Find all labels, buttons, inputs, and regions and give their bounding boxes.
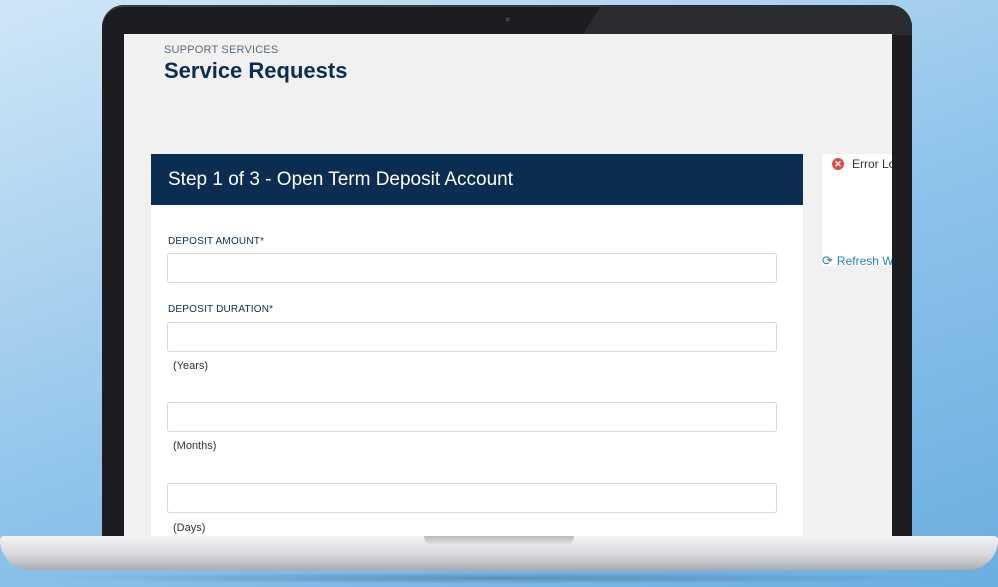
laptop-shadow bbox=[40, 572, 958, 584]
app-screen: SUPPORT SERVICES Service Requests Step 1… bbox=[124, 34, 892, 536]
step-header: Step 1 of 3 - Open Term Deposit Account bbox=[151, 154, 803, 205]
months-unit-label: (Months) bbox=[173, 440, 217, 452]
breadcrumb: SUPPORT SERVICES bbox=[164, 44, 279, 56]
refresh-link[interactable]: ⟳ Refresh W bbox=[822, 254, 892, 268]
refresh-icon: ⟳ bbox=[822, 253, 833, 268]
error-log-label: Error Lo bbox=[852, 157, 892, 171]
deposit-amount-input[interactable] bbox=[167, 253, 777, 283]
days-input[interactable] bbox=[167, 483, 777, 513]
error-log-header[interactable]: ✕ Error Lo bbox=[832, 157, 892, 171]
page-title: Service Requests bbox=[164, 58, 348, 83]
step-title: Step 1 of 3 - Open Term Deposit Account bbox=[168, 168, 514, 190]
laptop-notch bbox=[424, 536, 574, 546]
deposit-duration-label: DEPOSIT DURATION* bbox=[168, 304, 274, 315]
years-unit-label: (Years) bbox=[173, 360, 209, 372]
days-unit-label: (Days) bbox=[173, 522, 206, 534]
months-input[interactable] bbox=[167, 402, 777, 432]
error-circle-icon: ✕ bbox=[832, 158, 844, 170]
camera-dot bbox=[504, 16, 511, 23]
refresh-label: Refresh W bbox=[836, 254, 892, 268]
error-log-panel: ✕ Error Lo bbox=[822, 154, 892, 266]
lid-sheen bbox=[582, 5, 912, 35]
deposit-amount-label: DEPOSIT AMOUNT* bbox=[168, 236, 265, 247]
form-card: Step 1 of 3 - Open Term Deposit Account … bbox=[151, 154, 803, 536]
years-input[interactable] bbox=[167, 322, 777, 352]
